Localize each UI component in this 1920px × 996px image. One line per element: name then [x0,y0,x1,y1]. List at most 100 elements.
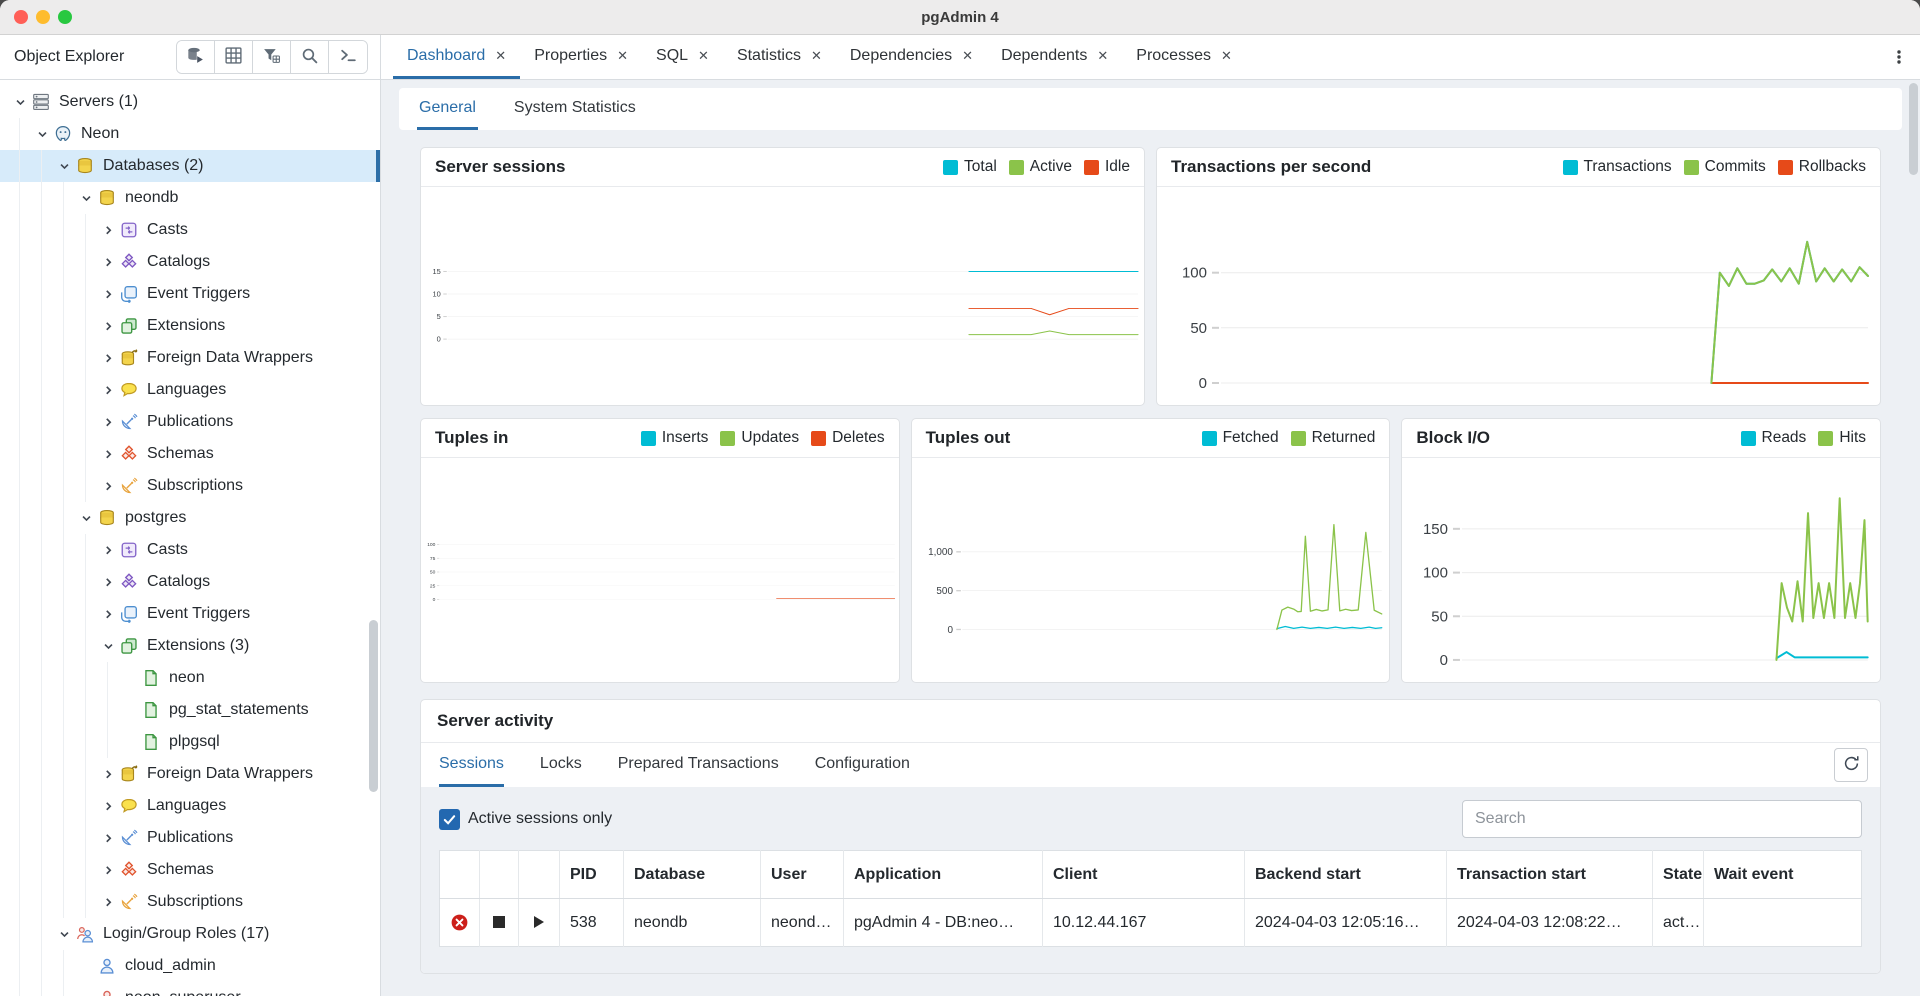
chevron-right-icon[interactable] [98,896,118,909]
close-tab-icon[interactable]: ✕ [1221,48,1232,64]
chevron-right-icon[interactable] [98,288,118,301]
zoom-window-icon[interactable] [58,10,72,24]
chevron-down-icon[interactable] [76,512,96,525]
tree-item-databases-2[interactable]: Databases (2) [0,150,380,182]
subtab-general[interactable]: General [417,88,478,130]
tree-item-cloud-admin[interactable]: cloud_admin [0,950,380,982]
tree-item-postgres[interactable]: postgres [0,502,380,534]
column-header-action[interactable] [440,851,480,899]
tree-item-pg-stat-statements[interactable]: pg_stat_statements [0,694,380,726]
tree-item-languages[interactable]: Languages [0,790,380,822]
tree-item-foreign-data-wrappers[interactable]: Foreign Data Wrappers [0,758,380,790]
chevron-right-icon[interactable] [98,832,118,845]
tree-item-event-triggers[interactable]: Event Triggers [0,598,380,630]
column-header-action[interactable] [519,851,560,899]
close-tab-icon[interactable]: ✕ [962,48,973,64]
close-window-icon[interactable] [14,10,28,24]
terminal-icon-button[interactable] [329,41,367,73]
search-input[interactable] [1462,800,1862,838]
tree-item-languages[interactable]: Languages [0,374,380,406]
tab-statistics[interactable]: Statistics✕ [723,35,836,79]
cancel-query-icon[interactable] [440,899,480,947]
minimize-window-icon[interactable] [36,10,50,24]
chevron-right-icon[interactable] [98,224,118,237]
chevron-right-icon[interactable] [98,576,118,589]
chevron-right-icon[interactable] [98,864,118,877]
tab-dependencies[interactable]: Dependencies✕ [836,35,987,79]
column-header-wait-event[interactable]: Wait event [1704,851,1862,899]
column-header-client[interactable]: Client [1043,851,1245,899]
tab-sql[interactable]: SQL✕ [642,35,723,79]
chevron-down-icon[interactable] [54,160,74,173]
tree-item-schemas[interactable]: Schemas [0,438,380,470]
tree-item-casts[interactable]: Casts [0,214,380,246]
column-header-backend-start[interactable]: Backend start [1245,851,1447,899]
tree-item-subscriptions[interactable]: Subscriptions [0,470,380,502]
terminate-session-icon[interactable] [480,899,519,947]
close-tab-icon[interactable]: ✕ [617,48,628,64]
activity-tab-prepared-transactions[interactable]: Prepared Transactions [618,743,779,787]
tree-item-neondb[interactable]: neondb [0,182,380,214]
tree-item-publications[interactable]: Publications [0,406,380,438]
chevron-down-icon[interactable] [32,128,52,141]
tree-item-neon[interactable]: neon [0,662,380,694]
search-icon-button[interactable] [291,41,329,73]
tab-options-icon[interactable] [1886,35,1912,79]
chevron-right-icon[interactable] [98,384,118,397]
chevron-right-icon[interactable] [98,448,118,461]
close-tab-icon[interactable]: ✕ [1097,48,1108,64]
tab-processes[interactable]: Processes✕ [1122,35,1246,79]
close-tab-icon[interactable]: ✕ [495,48,506,64]
tree-item-catalogs[interactable]: Catalogs [0,566,380,598]
chevron-right-icon[interactable] [98,256,118,269]
tree-item-subscriptions[interactable]: Subscriptions [0,886,380,918]
tree-item-schemas[interactable]: Schemas [0,854,380,886]
tree-item-servers-1[interactable]: Servers (1) [0,86,380,118]
tree-item-extensions-3[interactable]: Extensions (3) [0,630,380,662]
filter-icon-button[interactable] [253,41,291,73]
close-tab-icon[interactable]: ✕ [698,48,709,64]
column-header-transaction-start[interactable]: Transaction start [1447,851,1653,899]
main-scrollbar-thumb[interactable] [1909,83,1918,175]
chevron-right-icon[interactable] [98,544,118,557]
chevron-right-icon[interactable] [98,800,118,813]
column-header-user[interactable]: User [761,851,844,899]
tab-dashboard[interactable]: Dashboard✕ [393,35,520,79]
chevron-right-icon[interactable] [98,320,118,333]
tab-dependents[interactable]: Dependents✕ [987,35,1122,79]
active-sessions-checkbox[interactable] [439,809,460,830]
chevron-down-icon[interactable] [98,640,118,653]
database-icon-button[interactable] [177,41,215,73]
chevron-right-icon[interactable] [98,416,118,429]
chevron-right-icon[interactable] [98,352,118,365]
chevron-down-icon[interactable] [76,192,96,205]
column-header-action[interactable] [480,851,519,899]
tree-item-event-triggers[interactable]: Event Triggers [0,278,380,310]
activity-tab-configuration[interactable]: Configuration [815,743,910,787]
tree-item-catalogs[interactable]: Catalogs [0,246,380,278]
tree-item-login-group-roles-17[interactable]: Login/Group Roles (17) [0,918,380,950]
chevron-down-icon[interactable] [10,96,30,109]
tree-item-publications[interactable]: Publications [0,822,380,854]
activity-tab-sessions[interactable]: Sessions [439,743,504,787]
chevron-down-icon[interactable] [54,928,74,941]
tree-item-extensions[interactable]: Extensions [0,310,380,342]
tree-item-casts[interactable]: Casts [0,534,380,566]
subtab-system-statistics[interactable]: System Statistics [512,88,638,130]
refresh-button[interactable] [1834,748,1868,782]
chevron-right-icon[interactable] [98,608,118,621]
column-header-pid[interactable]: PID [560,851,624,899]
tree-item-neon[interactable]: Neon [0,118,380,150]
chevron-right-icon[interactable] [98,768,118,781]
activity-tab-locks[interactable]: Locks [540,743,582,787]
chevron-right-icon[interactable] [98,480,118,493]
sidebar-scrollbar-thumb[interactable] [369,620,378,792]
tree-item-plpgsql[interactable]: plpgsql [0,726,380,758]
tab-properties[interactable]: Properties✕ [520,35,642,79]
table-grid-icon-button[interactable] [215,41,253,73]
close-tab-icon[interactable]: ✕ [811,48,822,64]
column-header-database[interactable]: Database [624,851,761,899]
column-header-application[interactable]: Application [844,851,1043,899]
expand-details-icon[interactable] [519,899,560,947]
column-header-state[interactable]: State [1653,851,1704,899]
